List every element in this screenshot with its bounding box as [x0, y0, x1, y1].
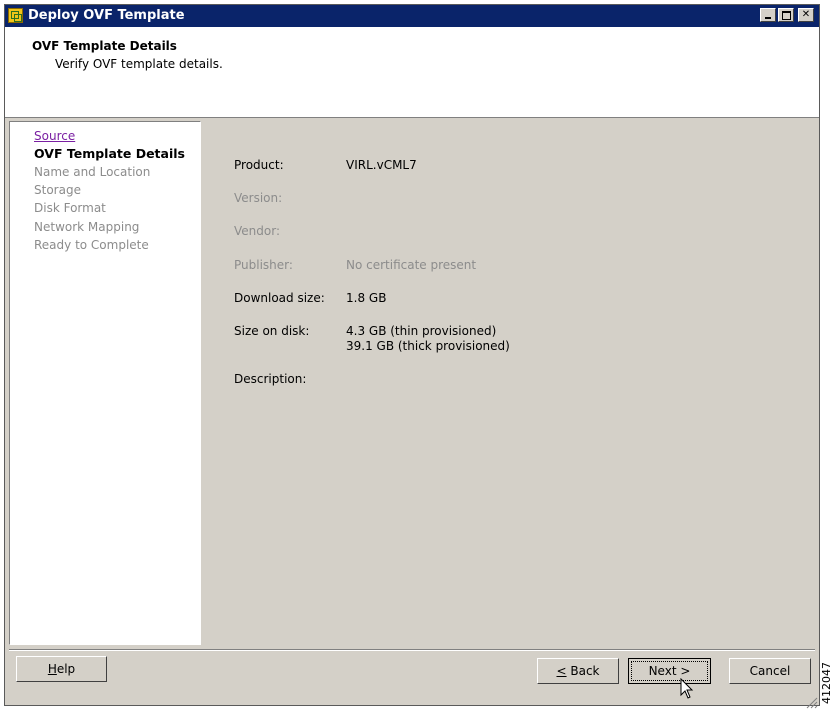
title-bar[interactable]: Deploy OVF Template ✕	[5, 5, 819, 27]
back-button[interactable]: < Back	[537, 658, 619, 684]
maximize-icon	[781, 11, 791, 20]
deploy-ovf-dialog: Deploy OVF Template ✕ OVF Template Detai…	[4, 4, 820, 709]
help-button[interactable]: Help	[16, 656, 107, 682]
step-storage: Storage	[34, 183, 81, 197]
version-label: Version:	[234, 191, 283, 205]
product-label: Product:	[234, 158, 284, 172]
minimize-button[interactable]	[760, 8, 776, 22]
button-separator	[9, 649, 815, 651]
figure-number: 412047	[820, 662, 833, 704]
product-value: VIRL.vCML7	[346, 158, 417, 172]
step-ready-to-complete: Ready to Complete	[34, 238, 149, 252]
size-on-disk-label: Size on disk:	[234, 324, 310, 338]
download-size-value: 1.8 GB	[346, 291, 387, 305]
close-button[interactable]: ✕	[798, 8, 814, 22]
minimize-icon	[765, 17, 771, 19]
details-panel: Product: VIRL.vCML7 Version: Vendor: Pub…	[202, 121, 816, 645]
description-label: Description:	[234, 372, 307, 386]
vsphere-app-icon	[8, 8, 23, 23]
size-thin-value: 4.3 GB (thin provisioned)	[346, 324, 497, 338]
focus-ring	[631, 661, 708, 681]
close-icon: ✕	[801, 9, 811, 20]
cancel-button[interactable]: Cancel	[729, 658, 811, 684]
step-name-and-location: Name and Location	[34, 165, 151, 179]
publisher-value: No certificate present	[346, 258, 477, 272]
wizard-step-list: Source OVF Template Details Name and Loc…	[9, 121, 201, 645]
wizard-header: OVF Template Details Verify OVF template…	[5, 27, 819, 118]
back-label: Back	[566, 664, 600, 678]
back-mnemonic: <	[556, 664, 567, 678]
step-disk-format: Disk Format	[34, 201, 106, 215]
resize-grip-icon[interactable]	[804, 695, 818, 709]
size-thick-value: 39.1 GB (thick provisioned)	[346, 339, 510, 353]
mouse-cursor-icon	[680, 678, 694, 699]
maximize-button[interactable]	[778, 8, 794, 22]
vendor-label: Vendor:	[234, 224, 280, 238]
step-network-mapping: Network Mapping	[34, 220, 140, 234]
help-label: elp	[56, 662, 76, 676]
step-source-link[interactable]: Source	[34, 129, 75, 143]
step-ovf-template-details: OVF Template Details	[34, 146, 185, 161]
window-title: Deploy OVF Template	[28, 8, 185, 23]
page-title: OVF Template Details	[32, 39, 177, 53]
download-size-label: Download size:	[234, 291, 325, 305]
cancel-label: Cancel	[749, 664, 791, 678]
publisher-label: Publisher:	[234, 258, 293, 272]
next-button[interactable]: Next >	[628, 658, 711, 684]
help-mnemonic: H	[47, 662, 57, 676]
page-subtitle: Verify OVF template details.	[55, 57, 223, 71]
